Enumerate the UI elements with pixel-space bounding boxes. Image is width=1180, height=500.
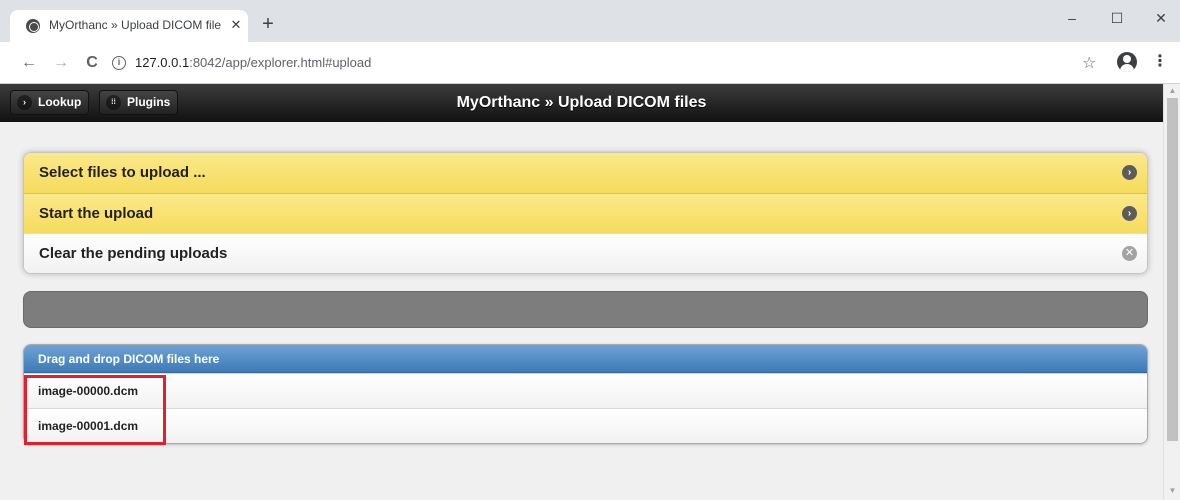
browser-tab[interactable]: MyOrthanc » Upload DICOM files ✕ — [10, 10, 248, 42]
address-bar[interactable]: i 127.0.0.1:8042/app/explorer.html#uploa… — [112, 53, 392, 75]
upload-actions-list: Select files to upload ... › Start the u… — [23, 152, 1148, 274]
plugins-button[interactable]: ⁞⁞ Plugins — [99, 90, 179, 115]
clear-pending-button[interactable]: Clear the pending uploads ✕ — [24, 233, 1147, 273]
upload-progress-bar — [23, 291, 1148, 328]
browser-toolbar: ← → C i 127.0.0.1:8042/app/explorer.html… — [0, 42, 1180, 84]
bookmark-star-icon[interactable]: ☆ — [1082, 53, 1096, 73]
highlight-annotation — [24, 375, 166, 445]
scroll-up-icon[interactable]: ▲ — [1164, 84, 1180, 98]
new-tab-button[interactable]: + — [259, 14, 277, 34]
file-list-item: image-00000.dcm — [24, 373, 1147, 408]
browser-tab-strip: MyOrthanc » Upload DICOM files ✕ + – ☐ ✕ — [0, 0, 1180, 42]
app-header: MyOrthanc » Upload DICOM files › Lookup … — [0, 84, 1163, 122]
drop-zone-header: Drag and drop DICOM files here — [24, 345, 1147, 373]
lookup-button[interactable]: › Lookup — [10, 90, 90, 115]
clear-pending-label: Clear the pending uploads — [39, 245, 228, 262]
start-upload-label: Start the upload — [39, 205, 154, 222]
info-icon[interactable]: i — [112, 56, 126, 70]
profile-avatar-icon[interactable] — [1117, 52, 1137, 72]
reload-icon[interactable]: C — [82, 53, 102, 73]
back-icon[interactable]: ← — [19, 53, 39, 73]
select-files-label: Select files to upload ... — [39, 164, 206, 181]
select-files-button[interactable]: Select files to upload ... › — [24, 153, 1147, 193]
browser-menu-icon[interactable]: ⋮ — [1152, 52, 1168, 72]
start-upload-button[interactable]: Start the upload › — [24, 193, 1147, 233]
maximize-window-icon[interactable]: ☐ — [1107, 8, 1127, 28]
page-scrollbar[interactable]: ▲ ▼ — [1163, 84, 1180, 500]
url-text[interactable]: 127.0.0.1:8042/app/explorer.html#upload — [135, 55, 371, 70]
file-list-item: image-00001.dcm — [24, 408, 1147, 443]
drop-zone[interactable]: Drag and drop DICOM files here image-000… — [23, 344, 1148, 444]
chevron-right-icon: › — [1122, 165, 1137, 180]
tab-close-icon[interactable]: ✕ — [228, 16, 244, 34]
chevron-right-icon: › — [1122, 206, 1137, 221]
url-path: :8042/app/explorer.html#upload — [189, 55, 372, 70]
tab-title: MyOrthanc » Upload DICOM files — [49, 18, 221, 32]
scrollbar-thumb[interactable] — [1167, 98, 1178, 441]
lookup-label: Lookup — [38, 95, 82, 109]
globe-favicon-icon — [26, 19, 40, 33]
grid-icon: ⁞⁞ — [106, 95, 121, 110]
clear-icon: ✕ — [1122, 246, 1137, 261]
minimize-window-icon[interactable]: – — [1062, 8, 1082, 28]
chevron-right-icon: › — [17, 95, 32, 110]
close-window-icon[interactable]: ✕ — [1151, 8, 1171, 28]
scroll-down-icon[interactable]: ▼ — [1164, 484, 1180, 498]
page-viewport: MyOrthanc » Upload DICOM files › Lookup … — [0, 84, 1163, 500]
plugins-label: Plugins — [127, 95, 171, 109]
url-host: 127.0.0.1 — [135, 55, 190, 70]
forward-icon[interactable]: → — [51, 53, 71, 73]
